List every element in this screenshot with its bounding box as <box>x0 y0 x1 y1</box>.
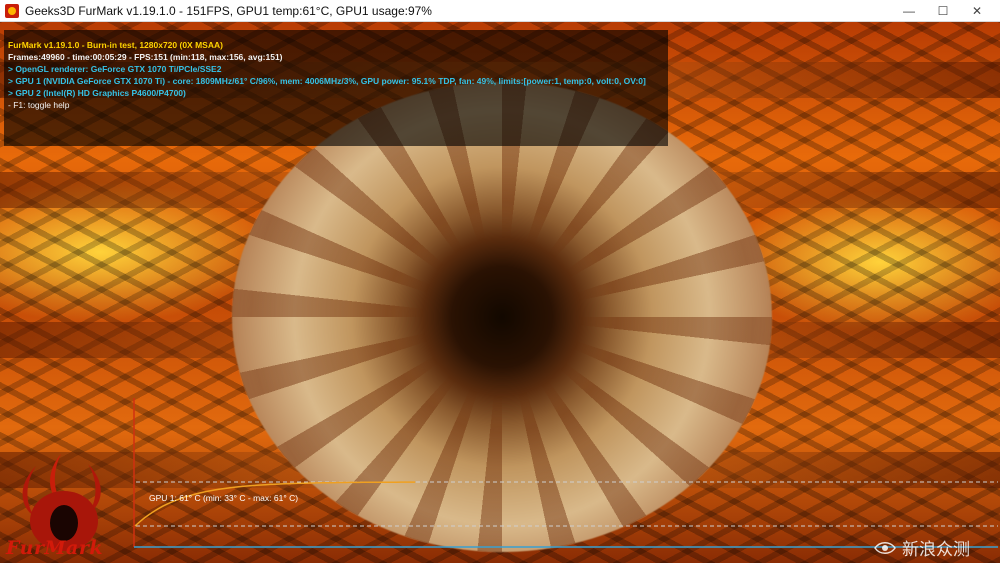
overlay-help-line: - F1: toggle help <box>8 100 70 110</box>
overlay-title-line: FurMark v1.19.1.0 - Burn-in test, 1280x7… <box>8 40 223 50</box>
window-title: Geeks3D FurMark v1.19.1.0 - 151FPS, GPU1… <box>25 3 432 18</box>
temperature-curve <box>134 481 415 527</box>
watermark-text: 新浪众测 <box>902 540 970 560</box>
overlay-frames-line: Frames:49960 - time:00:05:29 - FPS:151 (… <box>8 52 283 62</box>
overlay-renderer-line: > OpenGL renderer: GeForce GTX 1070 Ti/P… <box>8 64 222 74</box>
sina-watermark: 新浪众测 <box>874 535 970 560</box>
sina-eye-icon <box>874 541 896 554</box>
temperature-graph: GPU 1: 61° C (min: 33° C - max: 61° C) <box>132 398 998 563</box>
graph-temperature-label: GPU 1: 61° C (min: 33° C - max: 61° C) <box>149 493 299 503</box>
stats-overlay-panel: FurMark v1.19.1.0 - Burn-in test, 1280x7… <box>4 30 668 146</box>
close-button[interactable]: ✕ <box>954 0 1000 22</box>
render-viewport[interactable]: FurMark v1.19.1.0 - Burn-in test, 1280x7… <box>0 22 1000 563</box>
window-title-bar: Geeks3D FurMark v1.19.1.0 - 151FPS, GPU1… <box>0 0 1000 22</box>
overlay-gpu2-line: > GPU 2 (Intel(R) HD Graphics P4600/P470… <box>8 88 186 98</box>
overlay-gpu1-line: > GPU 1 (NVIDIA GeForce GTX 1070 Ti) - c… <box>8 76 646 86</box>
temperature-graph-svg <box>133 398 998 548</box>
furmark-logo-word: FurMark <box>6 537 103 559</box>
furmark-app-icon <box>5 3 19 18</box>
